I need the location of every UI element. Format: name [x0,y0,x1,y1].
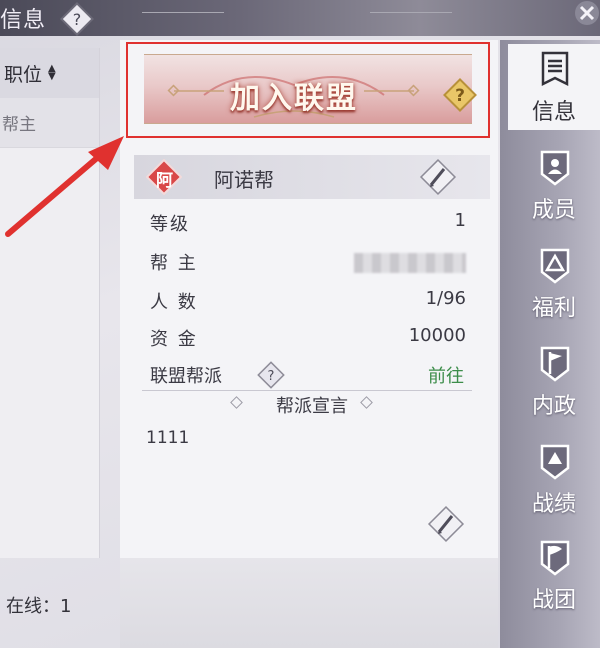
page-title: 信息 [0,8,47,33]
divider [370,12,452,13]
tab-legion[interactable]: 战团 [508,532,600,618]
info-row-funds: 资 金 10000 [150,321,466,355]
declaration-title: 帮派宣言 [134,392,490,418]
online-count: 在线：1 [6,596,72,617]
declaration-text: 1111 [146,428,190,448]
divider [142,390,472,391]
divider [142,12,224,13]
join-alliance-button[interactable]: 加入联盟 ? [144,54,477,124]
info-row-leader: 帮 主 [150,245,466,279]
pencil-icon[interactable] [416,155,460,199]
svg-text:?: ? [73,10,82,29]
guild-name: 阿诺帮 [214,168,274,192]
leader-name-blurred [354,253,466,273]
svg-text:?: ? [455,86,465,106]
join-alliance-highlight[interactable]: 加入联盟 ? [126,42,490,138]
question-diamond-icon[interactable]: ? [256,360,286,390]
pencil-icon[interactable] [424,502,468,546]
info-row-level: 等级 1 [150,206,466,240]
funds-label: 资 金 [150,329,198,350]
panel-footer [120,558,498,648]
flag-shield-icon [540,346,570,382]
arrow-annotation-icon [5,136,124,237]
tab-label: 成员 [531,198,576,223]
question-diamond-icon[interactable]: ? [60,2,94,36]
tab-label: 战团 [531,588,576,613]
tab-label: 内政 [531,394,576,419]
tab-members[interactable]: 成员 [508,142,600,228]
close-icon[interactable] [570,0,600,30]
tab-label: 福利 [531,296,576,321]
funds-value: 10000 [408,325,466,346]
members-value: 1/96 [425,288,466,309]
declaration-title-text: 帮派宣言 [276,396,348,417]
position-header-label: 职位 [4,63,43,86]
tab-record[interactable]: 战绩 [508,436,600,522]
banner-list-icon [541,51,569,87]
level-value: 1 [454,210,466,231]
welfare-shield-icon [540,248,570,284]
tab-affairs[interactable]: 内政 [508,338,600,424]
position-column-header[interactable]: 职位 ▲ ▼ [0,48,99,98]
leader-label: 帮 主 [150,253,198,274]
goto-link[interactable]: 前往 [428,362,464,388]
level-label: 等级 [150,214,190,235]
info-row-alliance: 联盟帮派 ? 前往 [150,358,466,392]
tab-label: 战绩 [531,492,576,517]
guild-name-row: 阿 阿诺帮 [134,155,490,199]
member-shield-icon [540,150,570,186]
members-label: 人 数 [150,292,198,313]
guild-badge-text: 阿 [156,171,173,191]
tab-info[interactable]: 信息 [508,44,600,130]
tab-label: 信息 [531,100,576,125]
tab-welfare[interactable]: 福利 [508,240,600,326]
question-diamond-icon[interactable]: ? [442,77,478,113]
member-list-panel: 职位 ▲ ▼ 帮主 [0,48,100,558]
svg-text:?: ? [268,369,275,384]
info-row-members: 人 数 1/96 [150,284,466,318]
alliance-label: 联盟帮派 [150,366,222,387]
battle-flag-icon [540,540,570,576]
join-alliance-label: 加入联盟 [230,81,358,116]
sort-arrows-icon[interactable]: ▲ ▼ [48,64,56,82]
record-shield-icon [540,444,570,480]
